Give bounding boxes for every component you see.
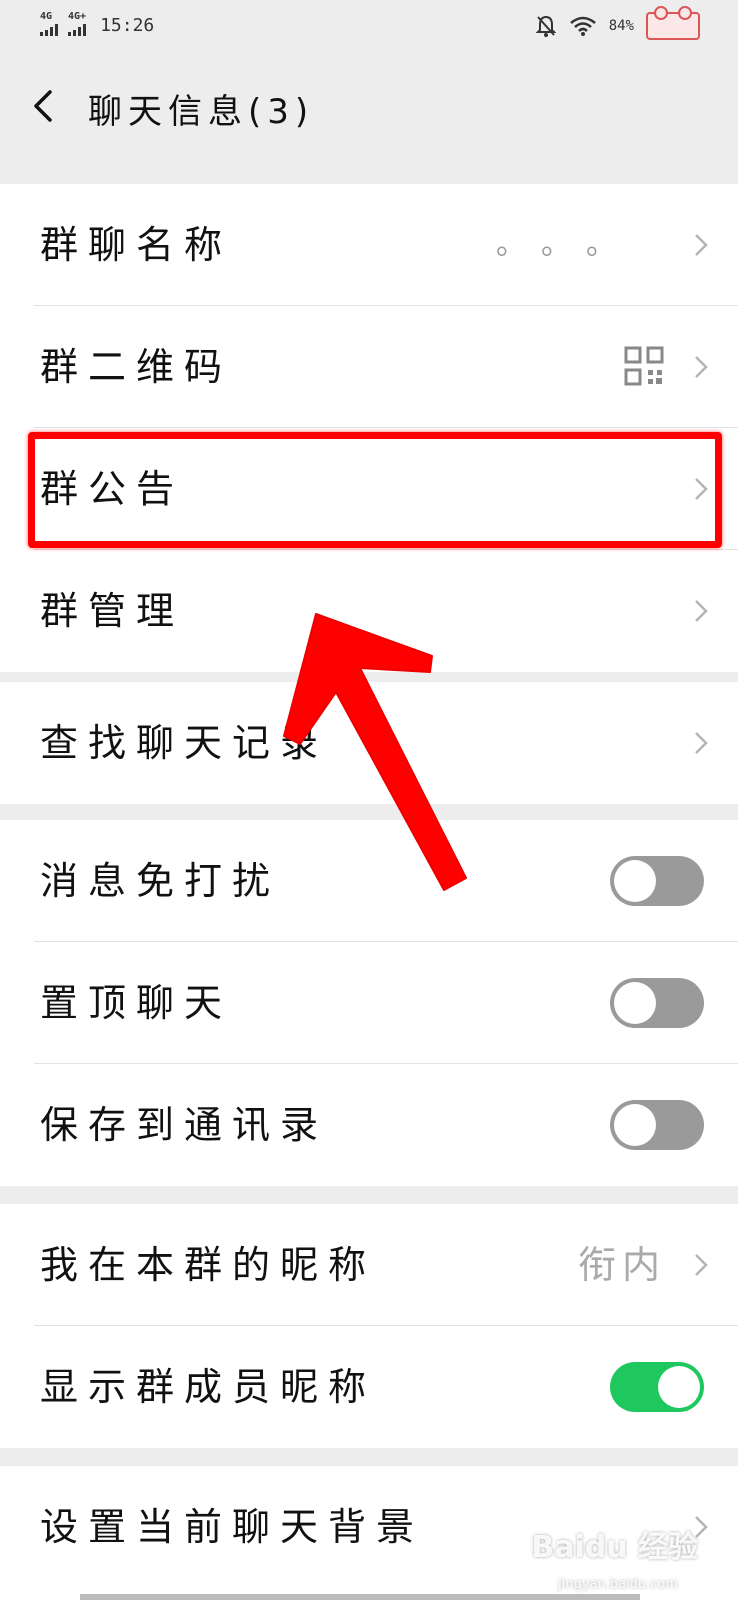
signal-2-label: 4G+	[68, 11, 87, 22]
group-name-value: 。。。	[496, 227, 646, 262]
group-qr-label: 群二维码	[40, 345, 233, 389]
status-bar: 4G 4G+ 15:26 84%	[0, 0, 738, 56]
show-nicknames-label: 显示群成员昵称	[40, 1365, 377, 1409]
mute-toggle[interactable]	[610, 856, 704, 906]
save-contacts-label: 保存到通讯录	[40, 1103, 329, 1147]
my-nickname-label: 我在本群的昵称	[40, 1243, 377, 1287]
my-nickname-row[interactable]: 我在本群的昵称 衔内	[0, 1204, 738, 1326]
signal-icon: 4G+	[68, 12, 86, 36]
search-history-label: 查找聊天记录	[40, 721, 329, 765]
nickname-section: 我在本群的昵称 衔内 显示群成员昵称	[0, 1204, 738, 1448]
status-right: 84%	[535, 6, 700, 40]
group-info-section: 群聊名称 。。。 群二维码 群公告 群管理	[0, 184, 738, 672]
wifi-icon	[569, 16, 596, 36]
chevron-right-icon	[695, 478, 708, 500]
mute-bell-icon	[535, 15, 557, 37]
watermark: Baidu 经验	[531, 1530, 698, 1565]
my-nickname-value: 衔内	[577, 1243, 666, 1287]
mute-row: 消息免打扰	[0, 820, 738, 942]
pin-row: 置顶聊天	[0, 942, 738, 1064]
signal-1-label: 4G	[40, 11, 53, 22]
battery-icon	[646, 6, 700, 40]
bottom-strip	[80, 1594, 640, 1600]
status-left: 4G 4G+ 15:26	[40, 12, 154, 36]
chevron-right-icon	[695, 600, 708, 622]
show-nicknames-toggle[interactable]	[610, 1362, 704, 1412]
header: 聊天信息(3)	[0, 56, 738, 160]
signal-icon: 4G	[40, 12, 58, 36]
group-name-label: 群聊名称	[40, 223, 233, 267]
mute-label: 消息免打扰	[40, 859, 281, 903]
group-manage-label: 群管理	[40, 589, 185, 633]
save-contacts-toggle[interactable]	[610, 1100, 704, 1150]
background-label: 设置当前聊天背景	[40, 1505, 425, 1549]
search-section: 查找聊天记录	[0, 682, 738, 804]
save-contacts-row: 保存到通讯录	[0, 1064, 738, 1186]
settings-section: 消息免打扰 置顶聊天 保存到通讯录	[0, 820, 738, 1186]
group-qr-row[interactable]: 群二维码	[0, 306, 738, 428]
chevron-right-icon	[695, 356, 708, 378]
qr-code-icon	[624, 346, 664, 386]
group-name-row[interactable]: 群聊名称 。。。	[0, 184, 738, 306]
watermark-sub: jingyan.baidu.com	[558, 1577, 678, 1592]
chevron-right-icon	[695, 1254, 708, 1276]
back-icon[interactable]	[28, 88, 64, 124]
pin-toggle[interactable]	[610, 978, 704, 1028]
battery-percent: 84%	[608, 18, 634, 34]
search-history-row[interactable]: 查找聊天记录	[0, 682, 738, 804]
group-manage-row[interactable]: 群管理	[0, 550, 738, 672]
group-notice-row[interactable]: 群公告	[0, 428, 738, 550]
chevron-right-icon	[695, 732, 708, 754]
chevron-right-icon	[695, 234, 708, 256]
status-time: 15:26	[100, 15, 155, 36]
page-title: 聊天信息(3)	[88, 92, 315, 132]
group-notice-label: 群公告	[40, 467, 185, 511]
show-nicknames-row: 显示群成员昵称	[0, 1326, 738, 1448]
pin-label: 置顶聊天	[40, 981, 233, 1025]
